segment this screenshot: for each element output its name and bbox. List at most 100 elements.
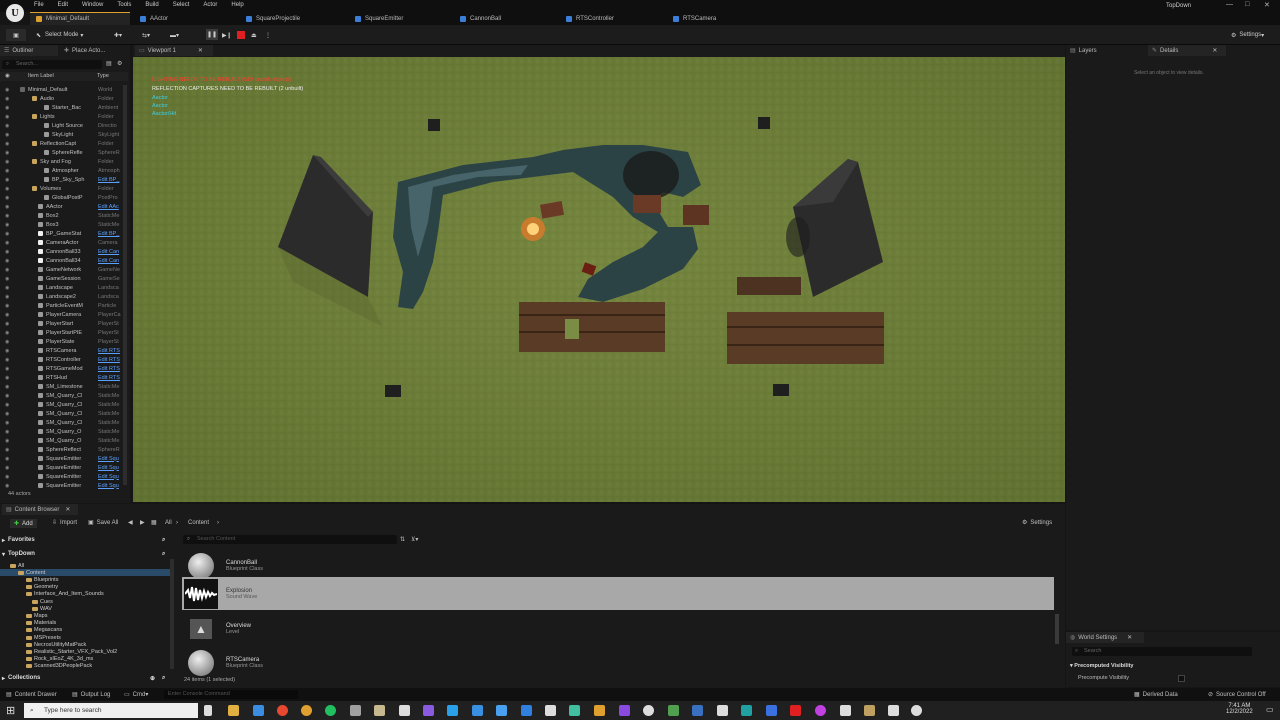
outliner-row[interactable]: ◉ RTSHud Edit RTS: [0, 373, 128, 382]
source-folder[interactable]: Materials: [0, 620, 170, 627]
youtube-icon[interactable]: [790, 705, 801, 716]
visibility-icon[interactable]: ◉: [5, 258, 9, 264]
unreal-taskbar-icon[interactable]: [911, 705, 922, 716]
visibility-icon[interactable]: ◉: [5, 96, 9, 102]
visibility-icon[interactable]: ◉: [5, 465, 9, 471]
visibility-icon[interactable]: ◉: [5, 132, 9, 138]
menu-select[interactable]: Select: [173, 2, 190, 12]
outliner-row[interactable]: ◉ PlayerCamera PlayerCa: [0, 310, 128, 319]
visibility-icon[interactable]: ◉: [5, 141, 9, 147]
visibility-icon[interactable]: ◉: [5, 231, 9, 237]
select-mode-dropdown[interactable]: ⬉ Select Mode ▾: [36, 29, 83, 41]
eject-button[interactable]: ⏏: [251, 29, 257, 41]
photos-icon[interactable]: [521, 705, 532, 716]
add-collection-icon[interactable]: ⊕: [150, 675, 155, 682]
crumb-content[interactable]: Content: [188, 520, 209, 526]
visibility-icon[interactable]: ◉: [5, 249, 9, 255]
gear-icon[interactable]: ⚙: [117, 60, 122, 67]
notification-icon[interactable]: ▭: [1266, 705, 1274, 714]
search-icon[interactable]: ⌕: [162, 551, 165, 558]
tab-outliner[interactable]: ☰ Outliner: [0, 45, 58, 56]
col-type[interactable]: Type: [97, 73, 109, 79]
visibility-icon[interactable]: ◉: [5, 366, 9, 372]
outliner-row[interactable]: ◉ Audio Folder: [0, 94, 128, 103]
outliner-row[interactable]: ◉ Sky and Fog Folder: [0, 157, 128, 166]
source-folder[interactable]: All: [0, 562, 170, 569]
pause-button[interactable]: ❚❚: [206, 29, 218, 40]
outliner-item-type[interactable]: Edit Squ: [98, 483, 126, 489]
outliner-row[interactable]: ◉ SM_Quarry_Cl StaticMe: [0, 418, 128, 427]
outliner-row[interactable]: ◉ ReflectionCapt Folder: [0, 139, 128, 148]
tab-squareprojectile[interactable]: SquareProjectile: [246, 12, 300, 25]
settings-dropdown[interactable]: ⚙ Settings ▾: [1231, 29, 1264, 41]
outliner-row[interactable]: ◉ SM_Quarry_Cl StaticMe: [0, 409, 128, 418]
tab-squareemitter[interactable]: SquareEmitter: [355, 12, 403, 25]
close-icon[interactable]: ✕: [65, 506, 70, 513]
outliner-row[interactable]: ◉ SphereRefle SphereR: [0, 148, 128, 157]
outliner-row[interactable]: ◉ BP_Sky_Sph Edit BP_: [0, 175, 128, 184]
folder-icon[interactable]: ▦: [151, 519, 157, 526]
filter-icon[interactable]: ⊻▾: [411, 536, 418, 543]
close-icon[interactable]: ✕: [1127, 634, 1132, 641]
visibility-icon[interactable]: ◉: [5, 420, 9, 426]
spotify-icon[interactable]: [325, 705, 336, 716]
tab-details[interactable]: ✎ Details ✕: [1148, 45, 1226, 56]
content-search-input[interactable]: ⌕ Search Content: [183, 535, 397, 544]
source-control-button[interactable]: ⊘ Source Control Off: [1208, 691, 1266, 699]
visibility-icon[interactable]: ◉: [5, 339, 9, 345]
file-explorer-icon[interactable]: [228, 705, 239, 716]
visibility-icon[interactable]: ◉: [5, 294, 9, 300]
tab-rtscamera[interactable]: RTSCamera: [673, 12, 716, 25]
visibility-icon[interactable]: ◉: [5, 285, 9, 291]
cmd-dropdown[interactable]: ▭ Cmd ▾: [124, 691, 148, 699]
settings-icon[interactable]: [840, 705, 851, 716]
app-icon[interactable]: [594, 705, 605, 716]
visibility-icon[interactable]: ◉: [5, 357, 9, 363]
drawing-icon[interactable]: [399, 705, 410, 716]
visibility-icon[interactable]: ◉: [5, 177, 9, 183]
outliner-row[interactable]: ◉ SM_Limestone StaticMe: [0, 382, 128, 391]
visibility-icon[interactable]: ◉: [5, 195, 9, 201]
task-view-icon[interactable]: [204, 705, 212, 716]
save-all-button[interactable]: ▣ Save All: [88, 519, 118, 527]
add-button[interactable]: ✚ Add: [10, 519, 37, 528]
visibility-icon[interactable]: ◉: [5, 276, 9, 282]
visibility-icon[interactable]: ◉: [5, 312, 9, 318]
derived-data-button[interactable]: ▦ Derived Data: [1134, 691, 1178, 699]
asset-rtscamera[interactable]: RTSCamera Blueprint Class: [182, 646, 1054, 679]
notepad-icon[interactable]: [374, 705, 385, 716]
outliner-row[interactable]: ◉ ParticleEventM Particle: [0, 301, 128, 310]
app-icon[interactable]: [668, 705, 679, 716]
outliner-item-type[interactable]: Edit RTS: [98, 366, 126, 372]
world-search-input[interactable]: ⌕ Search: [1072, 647, 1252, 656]
outliner-item-type[interactable]: Edit BP_: [98, 231, 126, 237]
forward-icon[interactable]: ▶: [140, 519, 145, 526]
stop-button[interactable]: [237, 31, 245, 39]
back-icon[interactable]: ◀: [128, 519, 133, 526]
visibility-icon[interactable]: ◉: [5, 222, 9, 228]
outliner-row[interactable]: ◉ Atmospher Atmosph: [0, 166, 128, 175]
visibility-icon[interactable]: ◉: [5, 73, 10, 79]
app-icon[interactable]: [545, 705, 556, 716]
outliner-item-type[interactable]: Edit RTS: [98, 357, 126, 363]
outliner-row[interactable]: ◉ Volumes Folder: [0, 184, 128, 193]
visibility-icon[interactable]: ◉: [5, 348, 9, 354]
frame-skip-button[interactable]: ▶❙: [222, 29, 232, 41]
visibility-icon[interactable]: ◉: [5, 204, 9, 210]
app-icon[interactable]: [864, 705, 875, 716]
source-folder[interactable]: Geometry: [0, 584, 170, 591]
outliner-item-type[interactable]: Edit Squ: [98, 474, 126, 480]
outliner-row[interactable]: ◉ GameNetwork GameNe: [0, 265, 128, 274]
project-section[interactable]: ▾ TopDown ⌕: [2, 549, 174, 559]
visibility-icon[interactable]: ◉: [5, 330, 9, 336]
steam-icon[interactable]: [447, 705, 458, 716]
search-icon[interactable]: ⌕: [162, 675, 165, 682]
tab-project[interactable]: Minimal_Default: [30, 12, 130, 25]
outliner-row[interactable]: ◉ Landscape Landsca: [0, 283, 128, 292]
source-folder[interactable]: NecrosUtilityMatPack: [0, 641, 170, 648]
outliner-row[interactable]: ◉ Landscape2 Landsca: [0, 292, 128, 301]
mail-icon[interactable]: [496, 705, 507, 716]
visibility-icon[interactable]: ◉: [5, 375, 9, 381]
content-drawer-button[interactable]: ▤ Content Drawer: [6, 691, 57, 699]
visibility-icon[interactable]: ◉: [5, 213, 9, 219]
